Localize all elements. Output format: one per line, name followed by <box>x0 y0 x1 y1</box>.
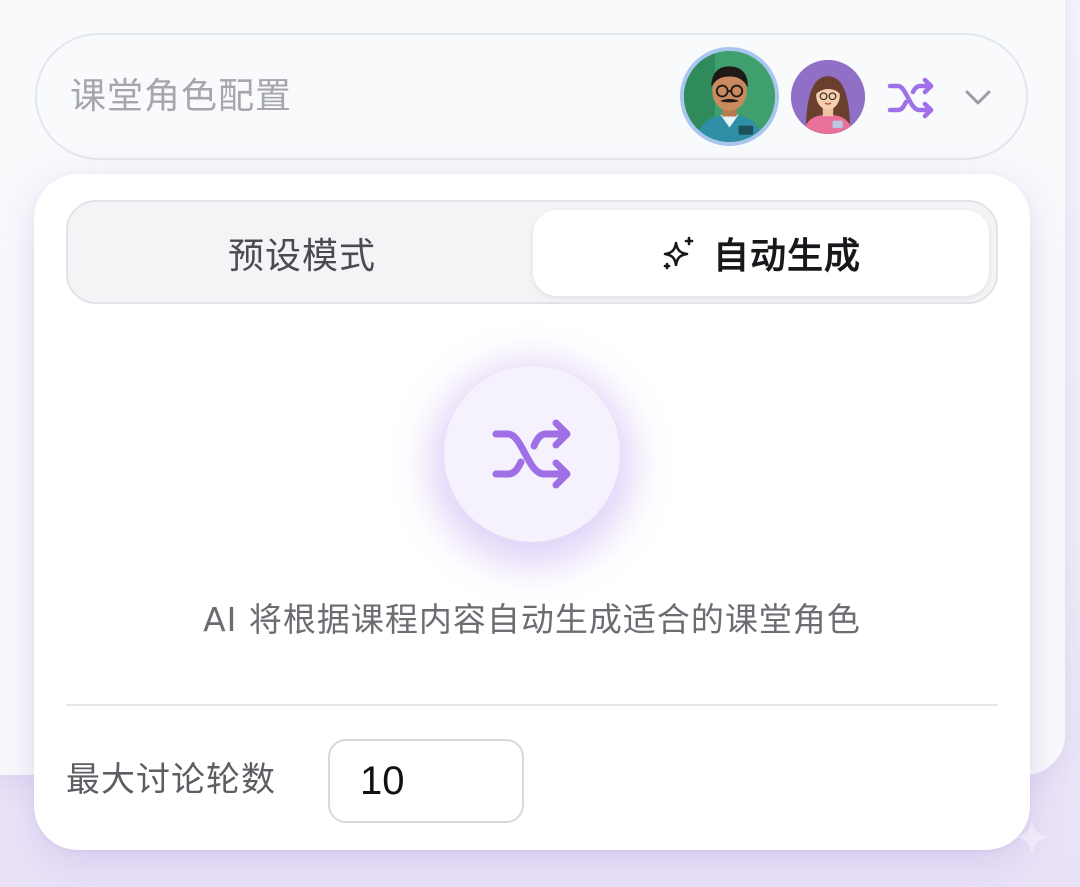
role-config-selector[interactable]: 课堂角色配置 <box>35 33 1028 160</box>
student-avatar <box>791 60 865 134</box>
auto-generate-illustration <box>444 366 620 542</box>
shuffle-icon <box>492 419 571 489</box>
shuffle-icon[interactable] <box>886 76 936 120</box>
max-rounds-label: 最大讨论轮数 <box>66 760 276 800</box>
tab-preset-label: 预设模式 <box>227 236 376 277</box>
role-config-panel: 预设模式 自动生成 AI 将根据课程内容自动生成适合的课堂角色 最大讨论轮数 <box>34 174 1030 850</box>
teacher-avatar <box>680 47 779 146</box>
auto-generate-description: AI 将根据课程内容自动生成适合的课堂角色 <box>203 600 861 639</box>
divider <box>66 704 998 706</box>
max-rounds-input[interactable] <box>328 739 524 823</box>
chevron-down-icon[interactable] <box>962 83 994 111</box>
selector-label: 课堂角色配置 <box>70 76 293 117</box>
tab-auto-label: 自动生成 <box>712 236 861 277</box>
mode-segmented-control: 预设模式 自动生成 <box>66 200 998 304</box>
tab-auto-generate[interactable]: 自动生成 <box>533 210 989 296</box>
sparkles-icon <box>663 236 694 270</box>
tab-preset-mode[interactable]: 预设模式 <box>74 210 530 296</box>
